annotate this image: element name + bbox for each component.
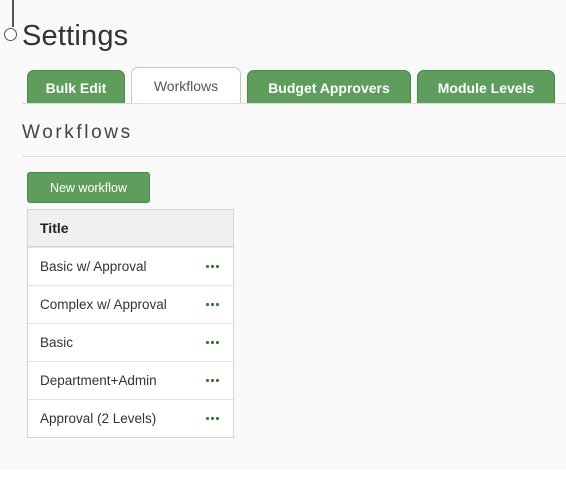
- ellipsis-icon[interactable]: [202, 375, 219, 386]
- timeline-line: [12, 0, 14, 27]
- page-title: Settings: [22, 20, 129, 52]
- ellipsis-icon[interactable]: [202, 299, 219, 310]
- ellipsis-icon[interactable]: [202, 337, 219, 348]
- row-title[interactable]: Basic w/ Approval: [40, 259, 147, 274]
- section-divider: [22, 156, 566, 157]
- page-background: Settings Bulk Edit Workflows Budget Appr…: [0, 0, 566, 470]
- tab-workflows[interactable]: Workflows: [131, 67, 241, 104]
- row-title[interactable]: Department+Admin: [40, 373, 157, 388]
- table-row: Complex w/ Approval: [28, 285, 233, 323]
- table-row: Basic w/ Approval: [28, 247, 233, 285]
- workflows-table: Title Basic w/ Approval Complex w/ Appro…: [27, 209, 234, 438]
- table-row: Basic: [28, 323, 233, 361]
- row-title[interactable]: Complex w/ Approval: [40, 297, 167, 312]
- row-title[interactable]: Basic: [40, 335, 73, 350]
- table-header-title: Title: [28, 210, 233, 247]
- section-title: Workflows: [22, 122, 133, 143]
- table-row: Department+Admin: [28, 361, 233, 399]
- tab-divider: [22, 103, 566, 104]
- tab-module-levels[interactable]: Module Levels: [417, 70, 555, 104]
- ellipsis-icon[interactable]: [202, 261, 219, 272]
- ellipsis-icon[interactable]: [202, 413, 219, 424]
- tab-bulk-edit[interactable]: Bulk Edit: [27, 70, 125, 104]
- tab-budget-approvers[interactable]: Budget Approvers: [247, 70, 411, 104]
- new-workflow-button[interactable]: New workflow: [27, 172, 150, 203]
- table-row: Approval (2 Levels): [28, 399, 233, 437]
- row-title[interactable]: Approval (2 Levels): [40, 411, 156, 426]
- settings-tabs: Bulk Edit Workflows Budget Approvers Mod…: [27, 67, 561, 104]
- timeline-node-icon: [4, 28, 17, 41]
